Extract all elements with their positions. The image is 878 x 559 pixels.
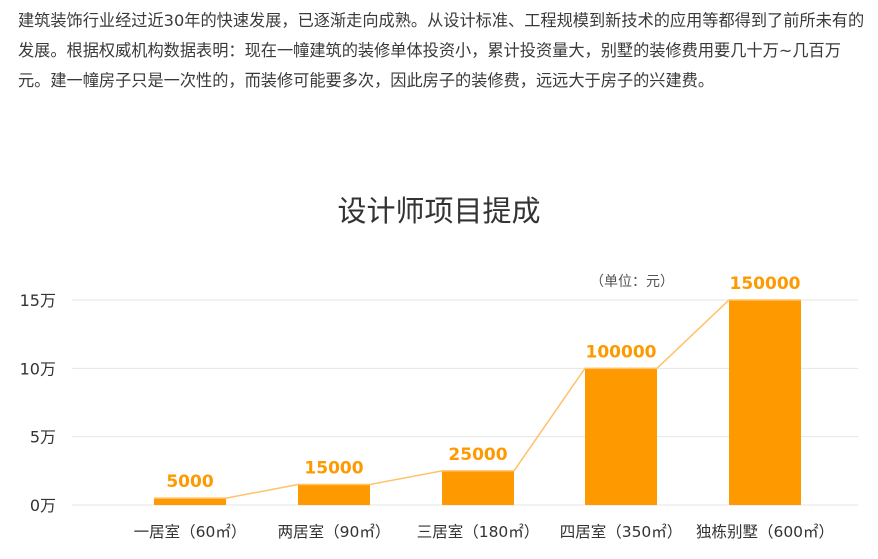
trend-line-layer (154, 299, 801, 499)
y-tick-label: 15万 (20, 291, 56, 310)
bar (442, 470, 514, 505)
value-label: 100000 (586, 342, 657, 362)
y-tick-label: 5万 (30, 428, 56, 447)
bar (585, 368, 657, 505)
bar (154, 498, 226, 505)
value-label: 150000 (730, 274, 801, 294)
value-label: 25000 (448, 445, 507, 465)
y-tick-label: 10万 (20, 359, 56, 378)
x-category-label: 独栋别墅（600㎡） (696, 523, 834, 541)
x-category-label: 两居室（90㎡） (278, 523, 391, 541)
y-tick-label: 0万 (30, 496, 56, 515)
bar (729, 300, 801, 505)
x-category-label: 一居室（60㎡） (134, 523, 247, 541)
value-label: 5000 (166, 472, 213, 492)
bar-chart: 0万 5万 10万 15万 5000 15000 25000 100000 150000 一居室（… (20, 274, 858, 541)
x-category-label: 三居室（180㎡） (417, 523, 540, 541)
label-layer: 0万 5万 10万 15万 5000 15000 25000 100000 150000 一居室（… (20, 274, 834, 541)
bar-layer (154, 300, 801, 505)
trend-line (154, 299, 801, 499)
value-label: 15000 (304, 459, 363, 479)
unit-note: （单位：元） (590, 274, 674, 290)
bar (298, 484, 370, 505)
x-category-label: 四居室（350㎡） (560, 523, 683, 541)
